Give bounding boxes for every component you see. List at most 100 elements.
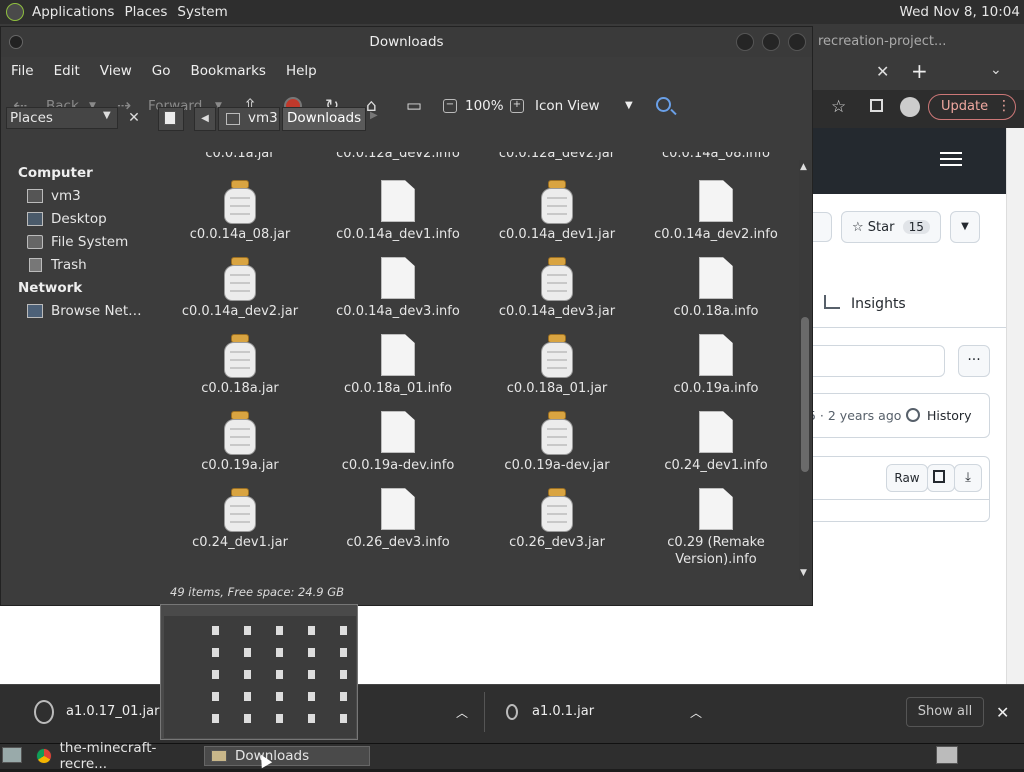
preview-file-thumb (212, 648, 219, 657)
file-label-partial[interactable]: c0.0.12a_dev2.jar (472, 152, 642, 161)
places-menu[interactable]: Places (124, 4, 177, 20)
file-label-partial[interactable]: c0.0.12a_dev2.info (313, 152, 483, 161)
new-tab-icon[interactable]: + (911, 59, 928, 83)
go-to-file-input[interactable] (800, 345, 945, 377)
github-header (800, 128, 1006, 194)
menu-bookmarks[interactable]: Bookmarks (181, 63, 276, 79)
window-menu-icon[interactable] (9, 35, 23, 49)
side-pane-selector[interactable]: Places (6, 107, 118, 129)
taskbar-item-downloads[interactable]: Downloads (204, 746, 370, 766)
close-window-icon[interactable] (788, 33, 806, 51)
preview-content (164, 616, 356, 738)
more-options-button[interactable]: ··· (958, 345, 990, 377)
sidebar-item-file-system[interactable]: File System (27, 232, 128, 252)
insights-tab[interactable]: Insights (851, 296, 906, 312)
zoom-in-icon[interactable]: + (510, 99, 524, 113)
raw-button[interactable]: Raw (886, 464, 928, 492)
view-mode-select[interactable]: Icon View (535, 85, 600, 127)
browser-scrollbar[interactable] (1006, 128, 1024, 684)
menu-help[interactable]: Help (276, 63, 327, 79)
close-icon[interactable]: ✕ (996, 703, 1009, 722)
home-folder-icon (226, 113, 240, 125)
profile-avatar-icon[interactable] (900, 97, 920, 117)
browser-tab-title[interactable]: recreation-project... (818, 34, 946, 49)
applications-menu[interactable]: Applications (32, 4, 124, 20)
star-button[interactable]: ☆ Star 15 (841, 211, 941, 243)
file-name: c0.0.18a.jar (201, 381, 279, 396)
file-label-partial[interactable]: c0.0.1a.jar (155, 152, 325, 161)
file-item[interactable]: c0.24_dev1.jar (155, 488, 325, 551)
history-link[interactable]: History (927, 408, 971, 423)
file-item[interactable]: c0.0.14a_dev3.jar (472, 257, 642, 320)
document-file-icon (381, 488, 415, 530)
file-item[interactable]: c0.0.19a.jar (155, 411, 325, 474)
taskbar-item-browser[interactable]: the-minecraft-recre... (36, 740, 200, 772)
menu-file[interactable]: File (1, 63, 44, 79)
show-desktop-icon[interactable] (2, 747, 22, 763)
chevron-up-icon[interactable]: ︿ (456, 704, 468, 721)
sidebar-item-trash[interactable]: Trash (27, 255, 87, 275)
file-item[interactable]: c0.0.14a_dev2.jar (155, 257, 325, 320)
show-all-button[interactable]: Show all (906, 697, 984, 727)
folder-icon (211, 750, 227, 762)
file-item[interactable]: c0.26_dev3.jar (472, 488, 642, 551)
file-item[interactable]: c0.0.18a_01.info (313, 334, 483, 397)
file-item[interactable]: c0.0.18a_01.jar (472, 334, 642, 397)
computer-icon[interactable]: ▭ (406, 85, 422, 127)
star-dropdown-button[interactable]: ▼ (950, 211, 980, 243)
search-icon[interactable] (656, 97, 671, 112)
menu-edit[interactable]: Edit (44, 63, 90, 79)
workspace-switcher[interactable] (936, 746, 958, 764)
chevron-up-icon[interactable]: ︿ (690, 704, 702, 721)
scroll-down-icon[interactable]: ▼ (800, 568, 807, 578)
scroll-up-icon[interactable]: ▲ (800, 162, 807, 172)
file-label-partial[interactable]: c0.0.14a_08.info (631, 152, 797, 161)
sidebar-item-vm3[interactable]: vm3 (27, 186, 81, 206)
menu-view[interactable]: View (90, 63, 142, 79)
browser-menu-icon[interactable]: ⋮ (997, 98, 1011, 114)
sidebar-item-desktop[interactable]: Desktop (27, 209, 107, 229)
file-item[interactable]: c0.0.18a.info (631, 257, 801, 320)
side-panel-icon[interactable] (870, 99, 883, 112)
file-item[interactable]: c0.0.19a-dev.info (313, 411, 483, 474)
bookmark-star-icon[interactable]: ☆ (831, 97, 846, 117)
close-side-pane-icon[interactable]: ✕ (123, 107, 145, 129)
chevron-down-icon[interactable]: ▼ (103, 110, 111, 121)
file-name: c0.29 (Remake Version).info (667, 535, 765, 567)
download-icon[interactable]: ⤓ (954, 464, 982, 492)
window-title[interactable]: Downloads (1, 27, 812, 57)
file-item[interactable]: c0.0.19a-dev.jar (472, 411, 642, 474)
sidebar-item-browse-network[interactable]: Browse Net… (27, 301, 142, 321)
file-item[interactable]: c0.0.14a_dev1.info (313, 180, 483, 243)
zoom-out-icon[interactable]: − (443, 99, 457, 113)
breadcrumb-right-arrow-icon[interactable]: ▶ (370, 110, 378, 121)
close-tab-icon[interactable]: ✕ (876, 62, 889, 81)
scrollbar-thumb[interactable] (801, 317, 809, 472)
tab-search-chevron-icon[interactable]: ⌄ (990, 62, 1002, 78)
jar-file-icon (541, 488, 573, 532)
file-item[interactable]: c0.0.19a.info (631, 334, 801, 397)
hamburger-menu-icon[interactable] (940, 152, 962, 166)
file-item[interactable]: c0.0.14a_dev3.info (313, 257, 483, 320)
minimize-icon[interactable] (736, 33, 754, 51)
file-item[interactable]: c0.0.14a_08.jar (155, 180, 325, 243)
preview-file-thumb (308, 692, 315, 701)
file-item[interactable]: c0.29 (Remake Version).info (631, 488, 801, 568)
file-item[interactable]: c0.24_dev1.info (631, 411, 801, 474)
status-bar: 49 items, Free space: 24.9 GB (155, 580, 811, 604)
system-menu[interactable]: System (177, 4, 237, 20)
clock[interactable]: Wed Nov 8, 10:04 (900, 4, 1020, 20)
file-item[interactable]: c0.26_dev3.info (313, 488, 483, 551)
file-item[interactable]: c0.0.14a_dev2.info (631, 180, 801, 243)
breadcrumb-left-arrow-icon[interactable]: ◀ (194, 107, 216, 131)
download-item-name[interactable]: a1.0.17_01.jar (66, 704, 159, 719)
distro-logo-icon[interactable] (6, 3, 24, 21)
menu-go[interactable]: Go (142, 63, 181, 79)
jar-body (224, 419, 256, 455)
section-heading-computer: Computer (18, 165, 93, 181)
maximize-icon[interactable] (762, 33, 780, 51)
download-item-name[interactable]: a1.0.1.jar (532, 704, 594, 719)
file-item[interactable]: c0.0.18a.jar (155, 334, 325, 397)
chevron-down-icon[interactable]: ▼ (625, 85, 633, 127)
file-item[interactable]: c0.0.14a_dev1.jar (472, 180, 642, 243)
